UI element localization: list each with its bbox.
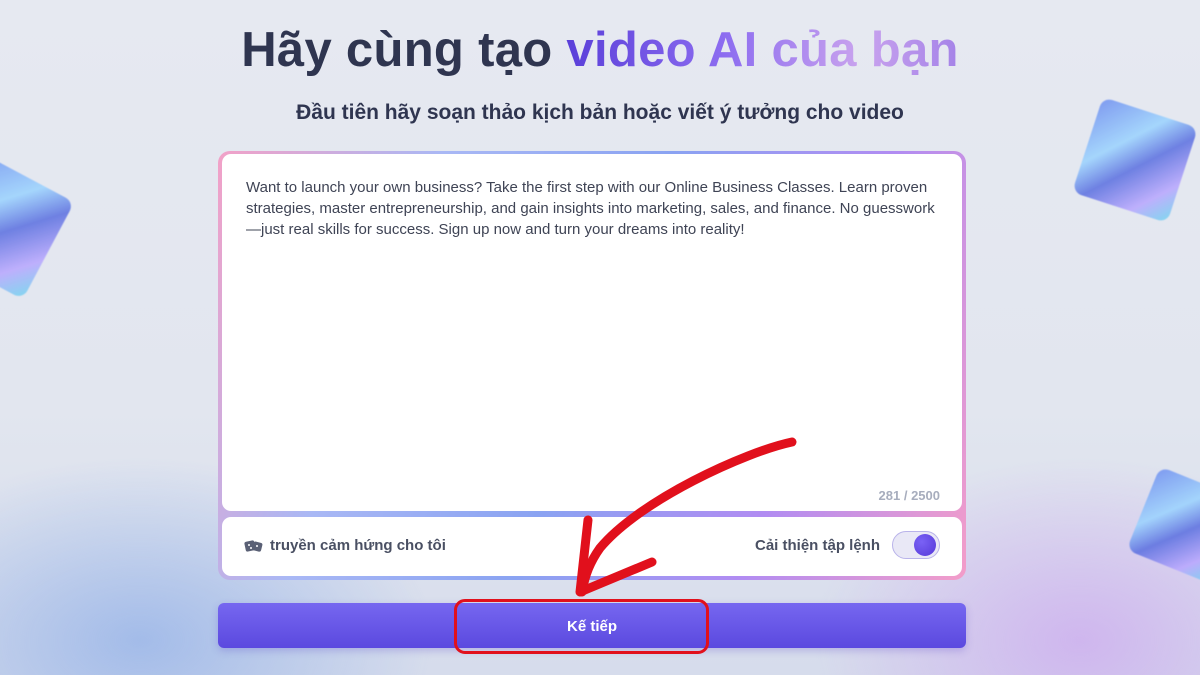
character-counter: 281 / 2500 — [878, 488, 940, 503]
title-plain: Hãy cùng tạo — [241, 23, 553, 77]
page-title: Hãy cùng tạo video AI của bạn — [0, 22, 1200, 78]
toggle-knob — [914, 534, 936, 556]
decorative-cube — [1126, 466, 1200, 584]
improve-script-control: Cải thiện tập lệnh — [755, 531, 940, 559]
dice-icon — [244, 539, 263, 552]
improve-script-label: Cải thiện tập lệnh — [754, 536, 880, 554]
inspire-me-button[interactable]: truyền cảm hứng cho tôi — [244, 537, 446, 554]
script-editor[interactable]: Want to launch your own business? Take t… — [222, 154, 962, 511]
next-button[interactable]: Kế tiếp — [218, 603, 966, 648]
title-highlight: video AI của bạn — [566, 23, 959, 77]
improve-script-toggle[interactable] — [892, 531, 940, 559]
script-text[interactable]: Want to launch your own business? Take t… — [246, 177, 936, 240]
decorative-cube — [0, 150, 75, 300]
page-subtitle: Đầu tiên hãy soạn thảo kịch bản hoặc viế… — [296, 101, 904, 124]
inspire-label: truyền cảm hứng cho tôi — [270, 537, 446, 554]
options-bar: truyền cảm hứng cho tôi Cải thiện tập lệ… — [222, 517, 962, 576]
